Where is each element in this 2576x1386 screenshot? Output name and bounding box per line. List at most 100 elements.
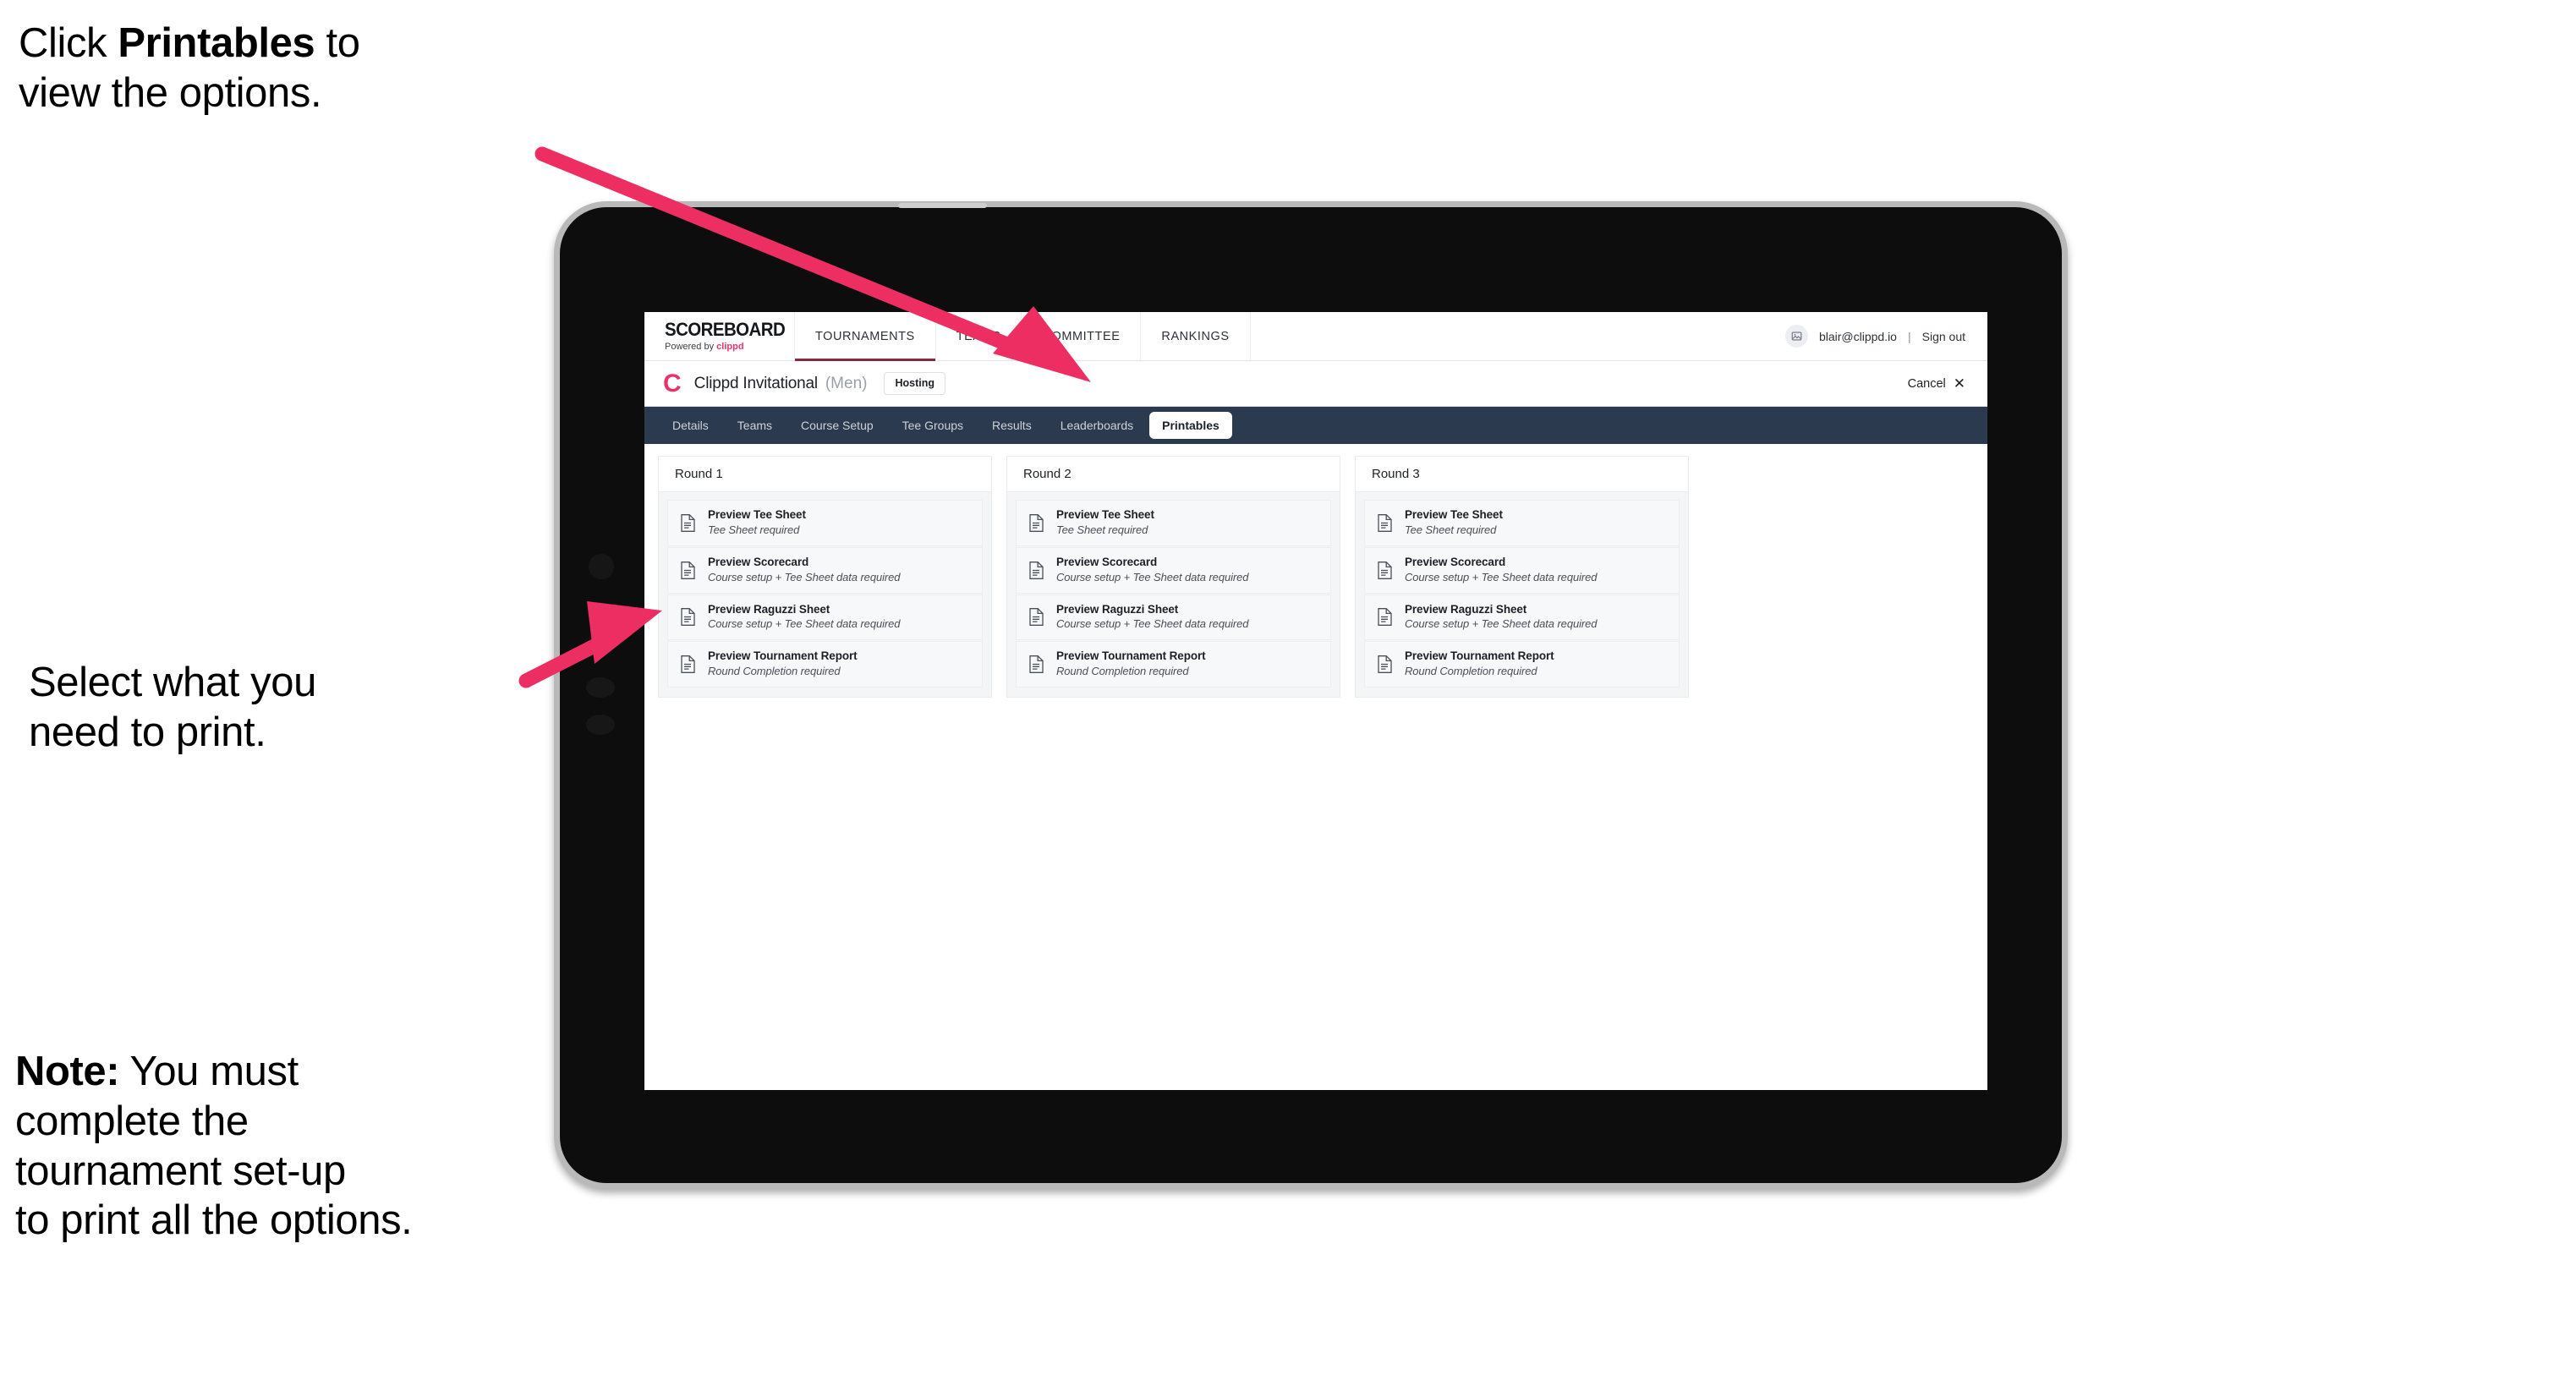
topnav-item-committee[interactable]: COMMITTEE <box>1022 312 1142 360</box>
printable-requirement: Course setup + Tee Sheet data required <box>1056 617 1249 631</box>
round-header-2: Round 2 <box>1006 456 1340 491</box>
sign-out-button[interactable]: Sign out <box>1922 330 1965 343</box>
tournament-title-bar: C Clippd Invitational (Men) Hosting Canc… <box>644 361 1987 407</box>
round-body-2: Preview Tee Sheet Tee Sheet required Pre… <box>1006 491 1340 698</box>
printable-requirement: Course setup + Tee Sheet data required <box>1405 570 1598 583</box>
document-icon <box>1377 607 1393 627</box>
printable-requirement: Course setup + Tee Sheet data required <box>708 617 901 631</box>
printable-title: Preview Tournament Report <box>1056 649 1206 663</box>
close-icon: ✕ <box>1953 375 1965 392</box>
user-area: blair@clippd.io | Sign out <box>1784 312 1987 360</box>
printable-row-scorecard[interactable]: Preview Scorecard Course setup + Tee She… <box>1364 546 1680 594</box>
document-icon <box>1377 513 1393 533</box>
tablet-side-button-upper[interactable] <box>586 677 615 698</box>
annotation-select-print: Select what you need to print. <box>29 660 316 755</box>
printable-row-tee-sheet[interactable]: Preview Tee Sheet Tee Sheet required <box>667 500 983 546</box>
printable-title: Preview Tournament Report <box>1405 649 1554 663</box>
printable-title: Preview Tee Sheet <box>1405 508 1503 521</box>
section-tab-bar: Details Teams Course Setup Tee Groups Re… <box>644 407 1987 444</box>
cancel-label: Cancel <box>1907 376 1946 391</box>
printable-requirement: Tee Sheet required <box>708 523 800 536</box>
tab-teams[interactable]: Teams <box>725 412 785 439</box>
cancel-button[interactable]: Cancel ✕ <box>1908 376 1965 391</box>
printable-title: Preview Scorecard <box>1056 555 1158 568</box>
topnav-label-rankings: RANKINGS <box>1161 329 1230 343</box>
tablet-side-button-lower[interactable] <box>586 715 615 735</box>
printable-requirement: Round Completion required <box>708 665 841 678</box>
topnav-item-teams[interactable]: TEAMS <box>936 312 1022 360</box>
printable-title: Preview Scorecard <box>1405 555 1506 568</box>
printable-row-tournament-report[interactable]: Preview Tournament Report Round Completi… <box>667 641 983 688</box>
printable-requirement: Round Completion required <box>1056 665 1189 678</box>
document-icon <box>680 561 696 580</box>
round-column-1: Round 1 Preview Tee Sheet Tee Sheet requ… <box>658 456 992 698</box>
brand-powered-prefix: Powered by <box>665 342 717 352</box>
printable-requirement: Tee Sheet required <box>1056 523 1148 536</box>
topnav-item-tournaments[interactable]: TOURNAMENTS <box>795 312 936 361</box>
brand-logo[interactable]: SCOREBOARD Powered by clippd <box>644 312 795 360</box>
printable-requirement: Tee Sheet required <box>1405 523 1497 536</box>
round-header-3: Round 3 <box>1355 456 1689 491</box>
user-avatar-icon[interactable] <box>1784 325 1808 348</box>
tab-tee-groups[interactable]: Tee Groups <box>890 412 976 439</box>
printables-content: Round 1 Preview Tee Sheet Tee Sheet requ… <box>644 444 1987 1090</box>
printable-row-scorecard[interactable]: Preview Scorecard Course setup + Tee She… <box>667 546 983 594</box>
tablet-indicator-light-icon <box>594 637 608 648</box>
tablet-sensor-icon <box>597 605 606 613</box>
topnav-label-committee: COMMITTEE <box>1042 329 1121 343</box>
printable-row-raguzzi-sheet[interactable]: Preview Raguzzi Sheet Course setup + Tee… <box>1364 594 1680 641</box>
printable-row-tournament-report[interactable]: Preview Tournament Report Round Completi… <box>1364 641 1680 688</box>
tab-leaderboards[interactable]: Leaderboards <box>1048 412 1146 439</box>
clippd-logo-icon: C <box>663 369 682 397</box>
printable-row-scorecard[interactable]: Preview Scorecard Course setup + Tee She… <box>1016 546 1331 594</box>
printable-title: Preview Scorecard <box>708 555 809 568</box>
tournament-name: Clippd Invitational <box>693 374 818 392</box>
round-body-1: Preview Tee Sheet Tee Sheet required Pre… <box>658 491 992 698</box>
topnav-item-rankings[interactable]: RANKINGS <box>1141 312 1251 360</box>
printable-row-tournament-report[interactable]: Preview Tournament Report Round Completi… <box>1016 641 1331 688</box>
brand-subtitle: Powered by clippd <box>665 342 794 352</box>
tab-printables[interactable]: Printables <box>1149 412 1232 439</box>
round-column-3: Round 3 Preview Tee Sheet Tee Sheet requ… <box>1355 456 1689 698</box>
printable-requirement: Round Completion required <box>1405 665 1537 678</box>
document-icon <box>1028 655 1044 674</box>
annotation-note-bold: Note: <box>15 1049 120 1094</box>
printable-requirement: Course setup + Tee Sheet data required <box>708 570 901 583</box>
document-icon <box>680 655 696 674</box>
printable-title: Preview Raguzzi Sheet <box>1405 602 1527 616</box>
app-screen: SCOREBOARD Powered by clippd TOURNAMENTS… <box>644 312 1987 1090</box>
round-column-2: Round 2 Preview Tee Sheet Tee Sheet requ… <box>1006 456 1340 698</box>
tab-results[interactable]: Results <box>979 412 1044 439</box>
topnav-label-teams: TEAMS <box>956 329 1001 343</box>
annotation-click-printables: Click Printables to view the options. <box>19 19 611 118</box>
tablet-speaker <box>898 203 987 208</box>
round-header-1: Round 1 <box>658 456 992 491</box>
document-icon <box>680 513 696 533</box>
top-nav-items: TOURNAMENTS TEAMS COMMITTEE RANKINGS <box>795 312 1251 361</box>
printable-requirement: Course setup + Tee Sheet data required <box>1405 617 1598 631</box>
user-separator: | <box>1907 329 1911 343</box>
document-icon <box>1028 607 1044 627</box>
printable-requirement: Course setup + Tee Sheet data required <box>1056 570 1249 583</box>
annotation-click-bold: Printables <box>118 20 315 66</box>
document-icon <box>1377 561 1393 580</box>
printable-row-raguzzi-sheet[interactable]: Preview Raguzzi Sheet Course setup + Tee… <box>667 594 983 641</box>
tab-details[interactable]: Details <box>660 412 721 439</box>
document-icon <box>1028 561 1044 580</box>
tab-course-setup[interactable]: Course Setup <box>788 412 886 439</box>
hosting-status-badge: Hosting <box>884 372 946 395</box>
printable-row-tee-sheet[interactable]: Preview Tee Sheet Tee Sheet required <box>1364 500 1680 546</box>
document-icon <box>1028 513 1044 533</box>
user-email: blair@clippd.io <box>1818 329 1897 343</box>
printable-title: Preview Raguzzi Sheet <box>708 602 830 616</box>
printable-title: Preview Tournament Report <box>708 649 858 663</box>
printable-title: Preview Raguzzi Sheet <box>1056 602 1179 616</box>
document-icon <box>680 607 696 627</box>
screenshot-canvas: Click Printables to view the options. Se… <box>0 0 2576 1386</box>
brand-powered-name: clippd <box>716 342 744 352</box>
annotation-click-prefix: Click <box>19 20 118 66</box>
printable-row-raguzzi-sheet[interactable]: Preview Raguzzi Sheet Course setup + Tee… <box>1016 594 1331 641</box>
printable-row-tee-sheet[interactable]: Preview Tee Sheet Tee Sheet required <box>1016 500 1331 546</box>
tournament-gender: (Men) <box>825 374 868 392</box>
printable-title: Preview Tee Sheet <box>1056 508 1154 521</box>
